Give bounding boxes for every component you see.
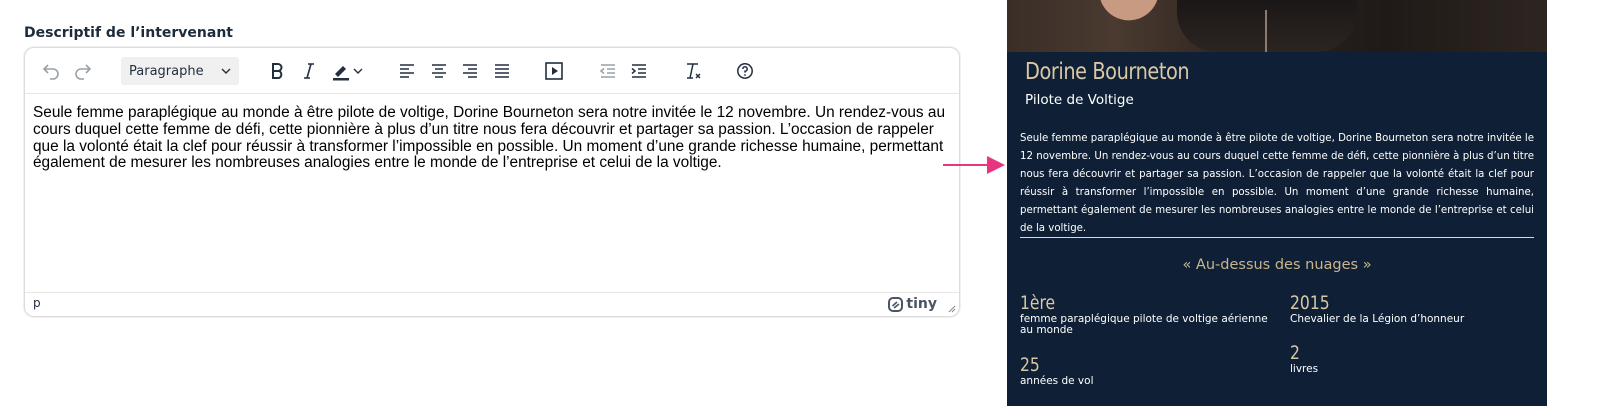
resize-handle-icon[interactable] — [946, 303, 956, 313]
divider — [1020, 237, 1534, 238]
speaker-name: Dorine Bourneton — [1025, 59, 1190, 85]
block-format-select[interactable]: Paragraphe — [121, 57, 239, 85]
stat-label: livres — [1290, 363, 1319, 375]
align-right-icon — [463, 64, 477, 78]
italic-icon — [304, 63, 314, 79]
indent-button[interactable] — [625, 57, 653, 85]
justify-icon — [495, 64, 509, 78]
chevron-down-icon — [221, 68, 231, 74]
rich-text-editor: Paragraphe Seule femme paraplégique au m… — [24, 47, 960, 317]
preview-panel: Dorine Bourneton Pilote de Voltige Seule… — [1007, 0, 1547, 406]
stat-label: Chevalier de la Légion d’honneur — [1290, 313, 1465, 325]
stat-label: années de vol — [1020, 375, 1094, 387]
redo-button[interactable] — [69, 57, 97, 85]
tiny-logo-icon — [888, 296, 904, 312]
field-label: Descriptif de l’intervenant — [24, 25, 233, 41]
stat-item: 25 années de vol — [1020, 354, 1270, 387]
help-icon — [737, 63, 753, 79]
align-right-button[interactable] — [456, 57, 484, 85]
stat-item: 2 livres — [1290, 342, 1530, 375]
align-left-icon — [400, 64, 414, 78]
undo-button[interactable] — [37, 57, 65, 85]
bold-button[interactable] — [263, 57, 291, 85]
speaker-description: Seule femme paraplégique au monde à être… — [1020, 133, 1534, 234]
insert-media-button[interactable] — [540, 57, 568, 85]
stat-label: femme paraplégique pilote de voltige aér… — [1020, 313, 1268, 336]
indent-icon — [631, 64, 646, 78]
highlight-color-button[interactable] — [327, 57, 367, 85]
bold-icon — [272, 63, 283, 79]
stat-item: 2015 Chevalier de la Légion d’honneur — [1290, 292, 1530, 325]
undo-icon — [42, 64, 59, 80]
editor-toolbar: Paragraphe — [25, 48, 959, 94]
justify-button[interactable] — [488, 57, 516, 85]
media-icon — [545, 62, 563, 80]
chevron-down-icon — [353, 68, 363, 74]
align-center-button[interactable] — [425, 57, 453, 85]
arrow-icon — [943, 156, 1005, 174]
highlight-color-icon — [333, 66, 349, 81]
speaker-role: Pilote de Voltige — [1025, 92, 1134, 108]
speaker-photo — [1007, 0, 1547, 52]
tiny-brand-label: tiny — [906, 296, 937, 312]
block-format-value: Paragraphe — [129, 63, 204, 79]
editor-statusbar: p tiny — [25, 292, 959, 316]
remove-format-button[interactable] — [679, 57, 707, 85]
element-path[interactable]: p — [33, 296, 41, 310]
align-center-icon — [432, 64, 446, 78]
tiny-brand-link[interactable]: tiny — [888, 296, 937, 312]
stat-number: 25 — [1020, 354, 1040, 376]
stat-item: 1ère femme paraplégique pilote de voltig… — [1020, 292, 1270, 336]
align-left-button[interactable] — [393, 57, 421, 85]
stat-number: 2015 — [1290, 292, 1330, 314]
outdent-icon — [599, 64, 615, 78]
outdent-button[interactable] — [594, 57, 622, 85]
speaker-quote: « Au-dessus des nuages » — [1182, 257, 1372, 273]
help-button[interactable] — [731, 57, 759, 85]
redo-icon — [75, 64, 92, 80]
stat-number: 1ère — [1020, 292, 1056, 314]
remove-format-icon — [687, 63, 701, 79]
italic-button[interactable] — [295, 57, 323, 85]
editor-content-area[interactable]: Seule femme paraplégique au monde à être… — [25, 95, 959, 293]
stat-number: 2 — [1290, 342, 1300, 364]
